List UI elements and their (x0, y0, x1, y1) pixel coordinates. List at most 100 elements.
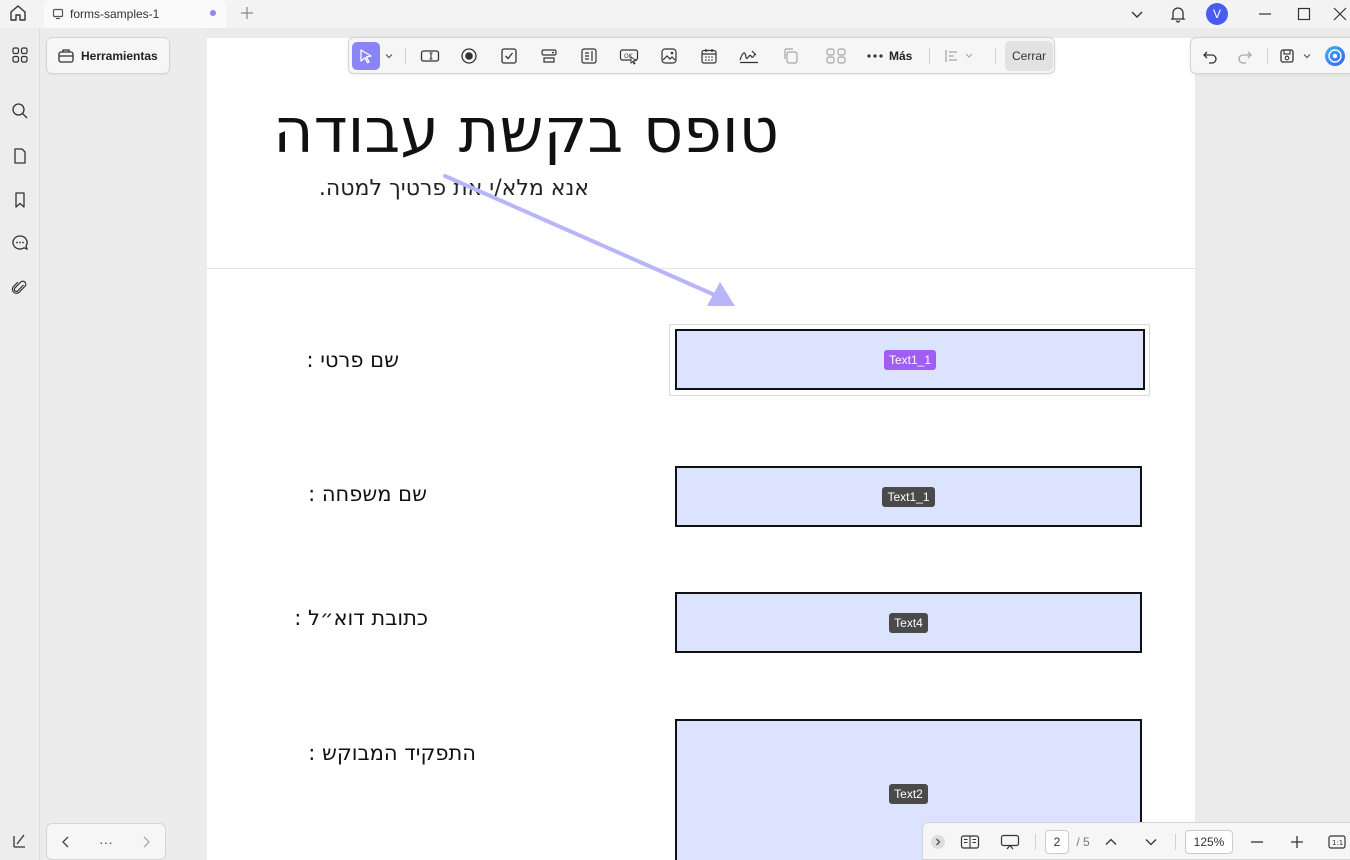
first-name-field[interactable]: Text1_1 (675, 329, 1145, 390)
bookmark-icon (15, 192, 25, 208)
undo-button[interactable] (1196, 42, 1224, 70)
chevron-right-icon[interactable] (140, 836, 152, 848)
comment-icon (12, 235, 29, 251)
toolbar-separator (929, 48, 930, 64)
align-left-icon (945, 50, 973, 62)
document-page: טופס בקשת עבודה אנא מלא/י את פרטיך למטה.… (207, 38, 1195, 860)
previous-page-button[interactable] (1099, 828, 1123, 856)
cursor-icon (360, 49, 372, 64)
close-window-button[interactable] (1330, 0, 1350, 28)
checkbox-tool[interactable] (495, 42, 523, 70)
home-button[interactable] (6, 2, 30, 24)
notifications-button[interactable] (1166, 0, 1190, 28)
bar-separator (1175, 834, 1176, 850)
ai-assistant-button[interactable] (1321, 42, 1349, 70)
thumbnails-button[interactable] (6, 41, 34, 69)
signature-field-tool[interactable] (735, 42, 763, 70)
field-name-tag: Text2 (889, 784, 928, 804)
paperclip-icon (11, 280, 27, 294)
minimize-button[interactable] (1253, 0, 1277, 28)
comments-button[interactable] (6, 229, 34, 257)
calendar-icon (701, 49, 717, 64)
grid-icon (12, 47, 28, 63)
align-fields-dropdown[interactable] (939, 42, 979, 70)
bookmarks-button[interactable] (6, 186, 34, 214)
position-label: התפקיד המבוקש : (308, 741, 476, 765)
combo-box-tool[interactable] (535, 42, 563, 70)
duplicate-field-button[interactable] (777, 42, 805, 70)
radio-button-tool[interactable] (455, 42, 483, 70)
page-navigator: ··· (46, 823, 166, 860)
toolbox-icon (58, 48, 74, 63)
avatar: V (1206, 3, 1228, 25)
user-avatar-button[interactable]: V (1205, 0, 1229, 28)
more-pages-button[interactable]: ··· (99, 834, 113, 850)
image-icon (661, 48, 677, 64)
collapse-bar-button[interactable] (929, 828, 947, 856)
document-title: טופס בקשת עבודה (273, 94, 779, 167)
bell-icon (1170, 7, 1186, 23)
home-icon (10, 5, 26, 21)
toolbar-separator (1267, 48, 1268, 64)
minimize-icon (1259, 13, 1271, 15)
chevron-left-icon[interactable] (60, 836, 72, 848)
page-number-input[interactable]: 2 (1045, 828, 1069, 856)
next-page-button[interactable] (1139, 828, 1163, 856)
document-tab[interactable]: forms-samples-1 (44, 0, 226, 28)
more-button[interactable]: Más (867, 42, 912, 70)
chevron-up-icon (1105, 838, 1117, 845)
close-form-editing-button[interactable]: Cerrar (1005, 41, 1053, 71)
zoom-out-button[interactable] (1245, 828, 1269, 856)
email-field[interactable]: Text4 (675, 592, 1142, 653)
presentation-button[interactable] (997, 828, 1023, 856)
close-icon (1333, 7, 1347, 21)
field-name-tag: Text1_1 (883, 349, 937, 370)
maximize-button[interactable] (1292, 0, 1316, 28)
button-tool[interactable]: OK (615, 42, 643, 70)
tile-fields-button[interactable] (822, 42, 850, 70)
first-name-label: שם פרטי : (306, 348, 399, 372)
text-field-icon (420, 50, 440, 62)
attachments-button[interactable] (6, 274, 34, 302)
current-page-value: 2 (1045, 830, 1069, 854)
plus-icon (241, 7, 253, 19)
zoom-value: 125% (1185, 830, 1233, 854)
search-button[interactable] (6, 97, 34, 125)
list-box-tool[interactable] (575, 42, 603, 70)
page-layout-button[interactable] (957, 828, 983, 856)
zoom-in-button[interactable] (1285, 828, 1309, 856)
ai-assistant-button[interactable] (6, 827, 34, 855)
unsaved-dot-icon (210, 10, 216, 16)
save-button[interactable] (1273, 42, 1301, 70)
last-name-field[interactable]: Text1_1 (675, 466, 1142, 527)
image-field-tool[interactable] (655, 42, 683, 70)
new-tab-button[interactable] (236, 2, 258, 24)
select-tool-button[interactable] (352, 42, 380, 70)
text-field-tool[interactable] (416, 42, 444, 70)
ai-logo-icon (1325, 46, 1345, 66)
actual-size-icon: 1:1 (1328, 835, 1346, 849)
date-field-tool[interactable] (695, 42, 723, 70)
tools-button[interactable]: Herramientas (46, 37, 170, 74)
field-name-tag: Text1_1 (882, 486, 935, 507)
svg-text:1:1: 1:1 (1332, 839, 1343, 847)
zoom-level-input[interactable]: 125% (1185, 828, 1233, 856)
page-icon (14, 148, 26, 164)
actual-size-button[interactable]: 1:1 (1325, 828, 1349, 856)
list-box-icon (581, 48, 597, 64)
save-icon (1280, 49, 1294, 63)
save-options-dropdown[interactable] (1299, 42, 1315, 70)
chevron-down-icon (1145, 839, 1157, 846)
search-icon (12, 103, 28, 119)
select-tool-dropdown[interactable] (380, 42, 398, 70)
tabs-dropdown-button[interactable] (1126, 0, 1148, 28)
copy-icon (784, 48, 798, 64)
radio-icon (461, 48, 477, 64)
pages-button[interactable] (6, 142, 34, 170)
more-dots-icon (867, 54, 883, 58)
last-name-label: שם משפחה : (308, 482, 427, 506)
field-name-tag: Text4 (889, 612, 928, 633)
email-label: כתובת דוא״ל : (294, 606, 428, 630)
checkbox-icon (501, 48, 517, 64)
redo-button[interactable] (1231, 42, 1259, 70)
